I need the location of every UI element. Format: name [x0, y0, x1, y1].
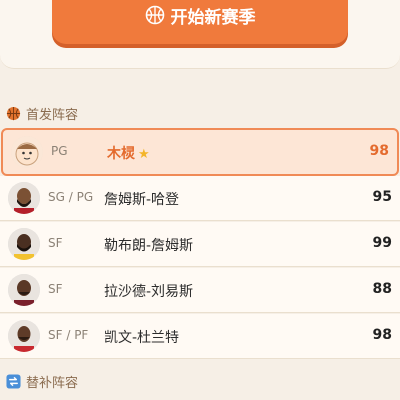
player-name: 詹姆斯-哈登 — [104, 192, 180, 208]
starters-title: 首发阵容 — [26, 108, 79, 123]
player-avatar — [8, 274, 40, 306]
start-new-season-button[interactable]: 开始新赛季 — [52, 0, 348, 44]
player-name: 拉沙德-刘易斯 — [104, 284, 194, 300]
player-name: 凯文-杜兰特 — [104, 330, 180, 346]
player-rating: 98 — [372, 327, 392, 343]
player-rating: 99 — [372, 235, 392, 251]
start-new-season-label: 开始新赛季 — [170, 7, 256, 28]
bench-title: 替补阵容 — [26, 376, 79, 391]
swap-icon — [6, 374, 21, 389]
player-avatar — [8, 228, 40, 260]
player-row-1[interactable]: PG 木棂 ★ 98 — [1, 128, 399, 176]
player-rating: 88 — [372, 281, 392, 297]
player-position: PG — [51, 144, 68, 158]
player-position: SG / PG — [48, 190, 94, 204]
player-row-4[interactable]: SF 拉沙德-刘易斯 88 — [0, 268, 400, 313]
player-row-2[interactable]: SG / PG 詹姆斯-哈登 95 — [0, 176, 400, 221]
player-position: SF — [48, 282, 63, 296]
player-avatar — [8, 182, 40, 214]
basketball-icon — [145, 5, 165, 25]
bench-section-header: 替补阵容 — [6, 372, 78, 391]
player-row-3[interactable]: SF 勒布朗-詹姆斯 99 — [0, 222, 400, 267]
starters-section-header: 首发阵容 — [6, 104, 78, 123]
basketball-icon — [6, 106, 21, 121]
player-row-5[interactable]: SF / PF 凯文-杜兰特 98 — [0, 314, 400, 359]
player-rating: 98 — [369, 143, 389, 159]
player-position: SF — [48, 236, 63, 250]
player-position: SF / PF — [48, 328, 89, 342]
player-name-text: 木棂 — [107, 146, 135, 162]
player-rating: 95 — [372, 189, 392, 205]
star-icon: ★ — [138, 147, 150, 162]
player-avatar — [8, 320, 40, 352]
player-avatar — [11, 136, 43, 168]
player-name: 木棂 ★ — [107, 143, 150, 163]
player-name: 勒布朗-詹姆斯 — [104, 238, 194, 254]
